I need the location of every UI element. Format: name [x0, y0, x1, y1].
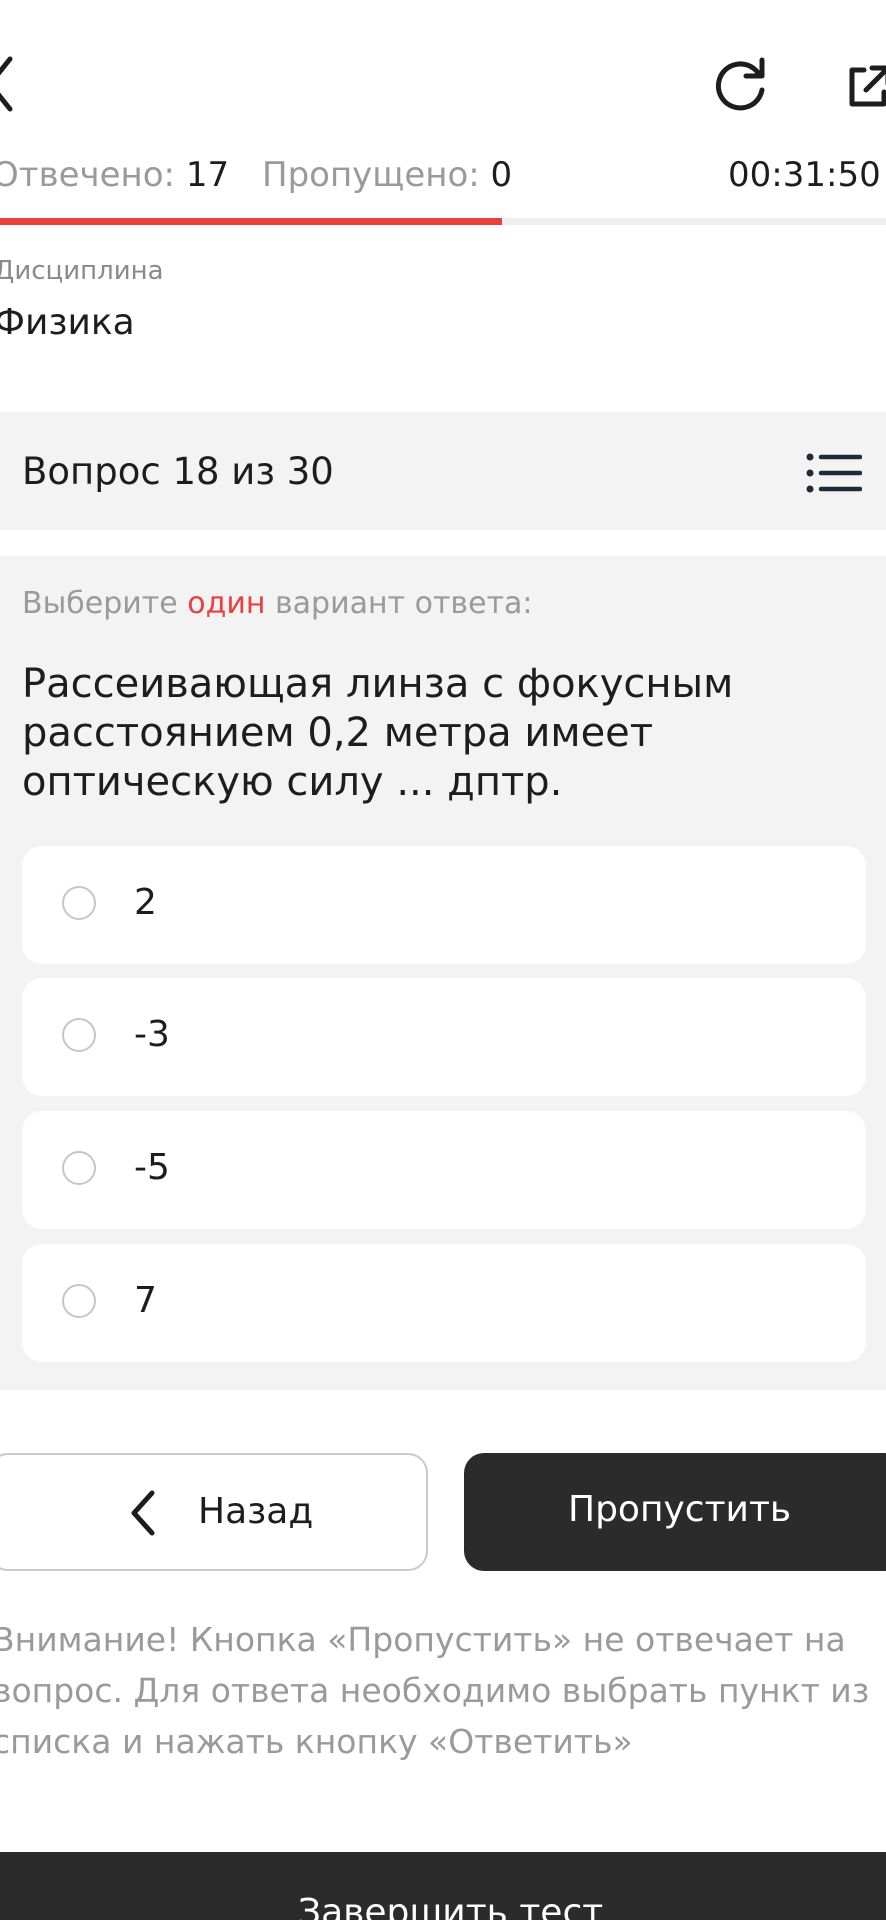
discipline-label: Дисциплина: [0, 256, 164, 286]
radio-button[interactable]: [62, 1018, 96, 1052]
progress-bar: [0, 218, 886, 225]
top-bar: [0, 0, 886, 150]
finish-test-label: Завершить тест: [298, 1892, 604, 1920]
radio-button[interactable]: [62, 1284, 96, 1318]
chevron-left-icon[interactable]: [0, 55, 14, 113]
instruction-accent: один: [187, 586, 266, 621]
skipped-counter: Пропущено: 0: [262, 155, 512, 195]
timer: 00:31:50: [728, 155, 881, 195]
progress-bar-fill: [0, 218, 503, 225]
reload-icon[interactable]: [712, 54, 772, 114]
skipped-label: Пропущено:: [262, 155, 480, 195]
chevron-left-icon: [131, 1490, 155, 1536]
skip-button[interactable]: Пропустить: [464, 1453, 886, 1571]
list-icon[interactable]: [806, 452, 862, 494]
instruction: Выберите один вариант ответа:: [22, 586, 533, 621]
skip-button-label: Пропустить: [568, 1489, 792, 1530]
question-card: Выберите один вариант ответа: Рассеивающ…: [0, 556, 886, 1390]
skipped-value: 0: [490, 155, 513, 195]
discipline-value: Физика: [0, 302, 135, 343]
question-header: Вопрос 18 из 30: [0, 412, 886, 530]
answer-option-label: 7: [134, 1280, 157, 1321]
answer-option[interactable]: 2: [22, 846, 866, 964]
answer-option-label: -3: [134, 1014, 170, 1055]
answer-option[interactable]: -5: [22, 1111, 866, 1229]
external-link-icon[interactable]: [844, 62, 886, 110]
radio-button[interactable]: [62, 886, 96, 920]
back-button[interactable]: Назад: [0, 1453, 428, 1571]
instruction-prefix: Выберите: [22, 586, 188, 621]
skip-warning: Внимание! Кнопка «Пропустить» не отвечае…: [0, 1620, 870, 1761]
instruction-suffix: вариант ответа:: [265, 586, 533, 621]
question-text: Рассеивающая линза с фокусным расстояние…: [22, 661, 734, 805]
question-number: Вопрос 18 из 30: [22, 450, 334, 493]
answered-value: 17: [185, 155, 230, 195]
status-line: Отвечено: 17 Пропущено: 0 00:31:50: [0, 155, 886, 205]
answer-option[interactable]: -3: [22, 978, 866, 1096]
answer-option[interactable]: 7: [22, 1244, 866, 1362]
answered-label: Отвечено:: [0, 155, 176, 195]
answer-option-label: 2: [134, 882, 157, 923]
back-button-label: Назад: [198, 1491, 314, 1532]
answered-counter: Отвечено: 17: [0, 155, 229, 195]
radio-button[interactable]: [62, 1151, 96, 1185]
finish-test-button[interactable]: Завершить тест: [0, 1852, 886, 1920]
answer-option-label: -5: [134, 1147, 170, 1188]
test-screen: Отвечено: 17 Пропущено: 0 00:31:50 Дисци…: [0, 0, 886, 1920]
